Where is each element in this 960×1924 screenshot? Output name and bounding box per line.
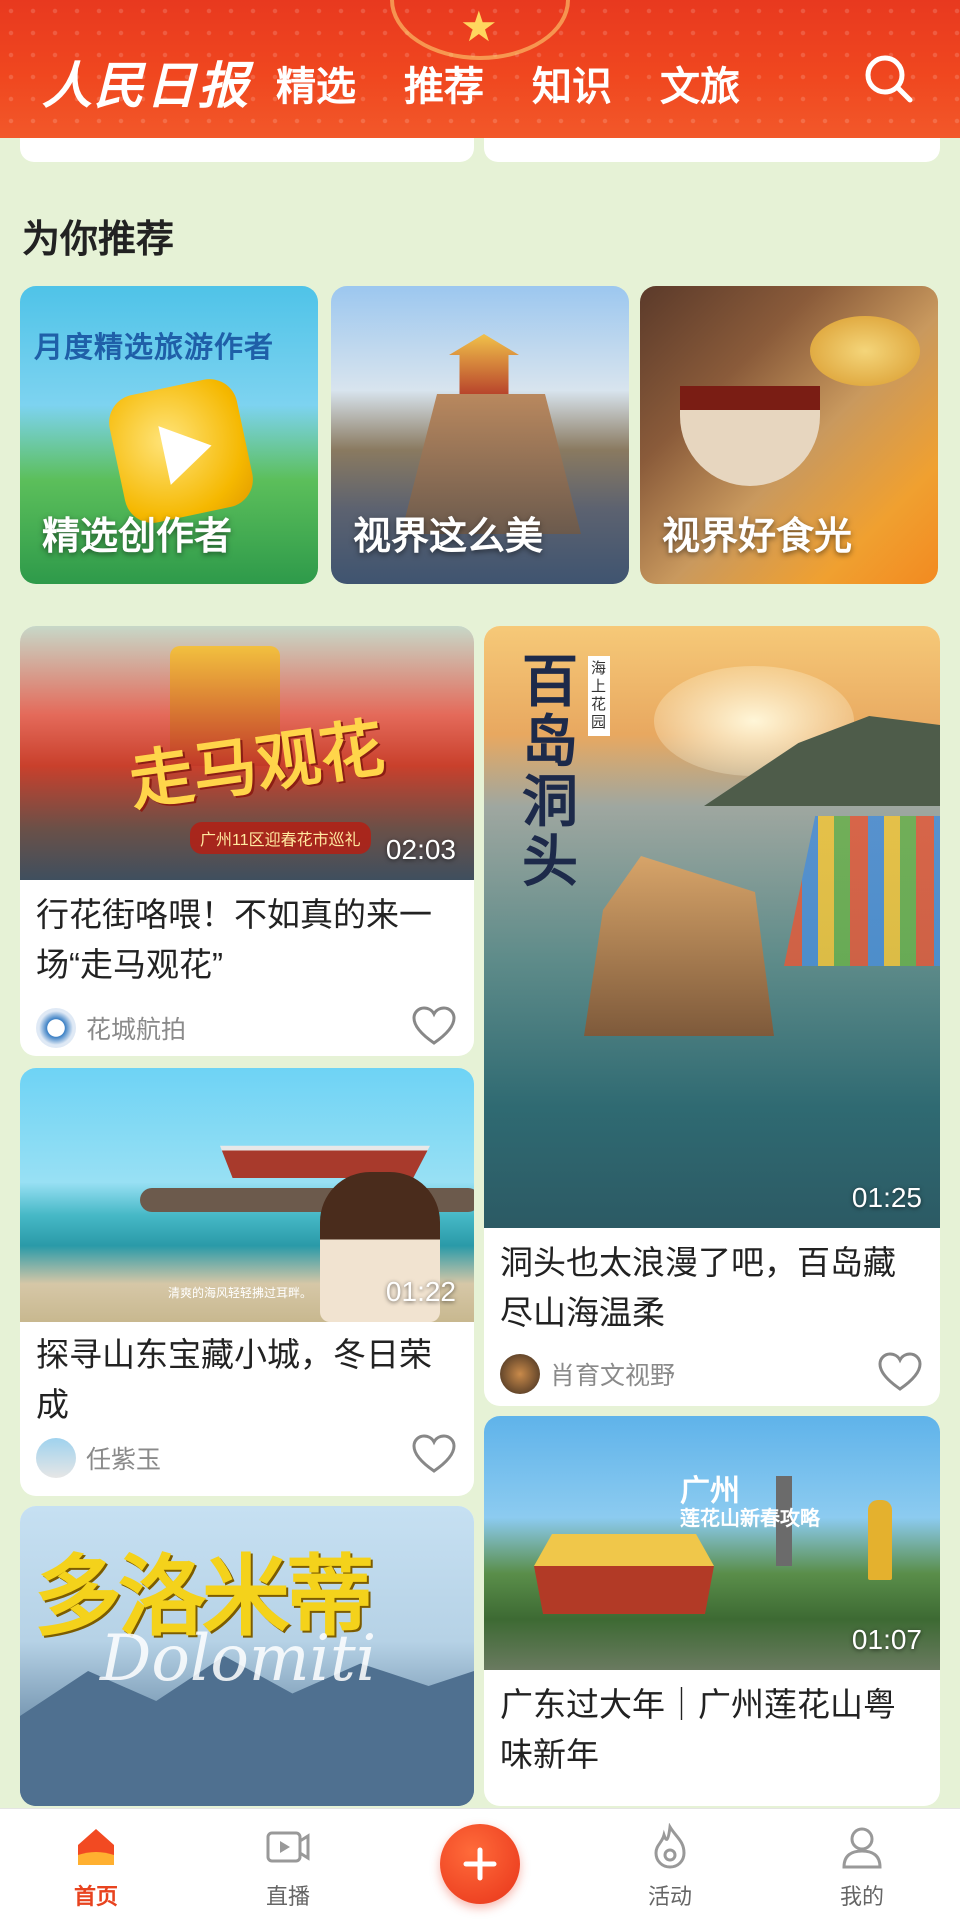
video-thumbnail[interactable]: 百岛洞头 海上花园 01:25	[484, 626, 940, 1228]
section-title: 为你推荐	[22, 219, 175, 261]
category-beautiful-views[interactable]: 视界这么美	[331, 286, 629, 584]
flame-icon	[654, 1823, 686, 1869]
thumbnail-title: 走马观花	[124, 710, 389, 821]
tab-label: 活动	[647, 1884, 692, 1909]
temple-image	[449, 334, 519, 394]
author[interactable]: 花城航拍	[36, 1008, 186, 1048]
video-duration: 02:03	[385, 834, 456, 865]
food-bowl-image	[680, 386, 820, 486]
thumbnail-title: 百岛洞头	[522, 649, 578, 895]
app-logo[interactable]: 人民日报	[42, 46, 250, 118]
thumbnail-subtitle: 莲花山新春攻略	[680, 1508, 820, 1530]
author-name: 花城航拍	[86, 1016, 187, 1044]
video-title[interactable]: 行花街咯喂！不如真的来一场“走马观花”	[36, 890, 458, 990]
avatar	[36, 1438, 76, 1478]
cliff-image	[584, 856, 774, 1036]
tab-featured[interactable]: 精选	[276, 54, 356, 112]
avatar	[500, 1354, 540, 1394]
palace-image	[534, 1534, 714, 1614]
tile-label: 视界这么美	[353, 516, 544, 558]
statue-image	[868, 1500, 892, 1580]
plus-icon	[463, 1847, 497, 1881]
ship-image	[220, 1145, 430, 1178]
top-header: ★ 人民日报 精选 推荐 知识 文旅	[0, 0, 960, 138]
video-card[interactable]: 走马观花 广州11区迎春花市巡礼 02:03 行花街咯喂！不如真的来一场“走马观…	[20, 626, 474, 1056]
video-title[interactable]: 洞头也太浪漫了吧，百岛藏尽山海温柔	[500, 1238, 924, 1338]
village-image	[784, 816, 940, 966]
tab-culture-travel[interactable]: 文旅	[660, 54, 740, 112]
tab-label: 直播	[265, 1884, 310, 1909]
video-thumbnail[interactable]: 多洛米蒂 Dolomiti	[20, 1506, 474, 1806]
video-camera-icon	[266, 1831, 310, 1863]
tile-label: 精选创作者	[42, 516, 233, 558]
heart-icon[interactable]	[412, 1434, 456, 1474]
video-thumbnail[interactable]: 清爽的海风轻轻拂过耳畔。 01:22	[20, 1068, 474, 1322]
user-icon	[842, 1827, 882, 1869]
thumbnail-subtitle: Dolomiti	[100, 1622, 377, 1696]
tile-label: 视界好食光	[662, 516, 853, 558]
tab-activity[interactable]: 活动	[610, 1823, 730, 1911]
home-icon	[78, 1829, 114, 1865]
author[interactable]: 肖育文视野	[500, 1354, 675, 1394]
heart-icon[interactable]	[412, 1006, 456, 1046]
video-title[interactable]: 广东过大年｜广州莲花山粤味新年	[500, 1680, 924, 1780]
video-caption: 清爽的海风轻轻拂过耳畔。	[168, 1286, 313, 1300]
tab-recommend[interactable]: 推荐	[404, 54, 484, 112]
tab-live[interactable]: 直播	[228, 1823, 348, 1911]
video-duration: 01:07	[851, 1624, 922, 1655]
author-name: 任紫玉	[86, 1446, 162, 1474]
tab-label: 我的	[839, 1884, 884, 1909]
video-title[interactable]: 探寻山东宝藏小城，冬日荣成	[36, 1330, 458, 1430]
video-duration: 01:22	[385, 1276, 456, 1307]
video-card[interactable]: 清爽的海风轻轻拂过耳畔。 01:22 探寻山东宝藏小城，冬日荣成 任紫玉	[20, 1068, 474, 1496]
search-icon[interactable]	[860, 50, 916, 106]
thumbnail-subtitle: 广州11区迎春花市巡礼	[190, 822, 371, 854]
tile-banner: 月度精选旅游作者	[34, 332, 275, 364]
channel-tabs: 精选 推荐 知识 文旅	[276, 54, 740, 112]
video-card[interactable]: 多洛米蒂 Dolomiti	[20, 1506, 474, 1806]
create-post-button[interactable]	[440, 1824, 520, 1904]
video-thumbnail[interactable]: 走马观花 广州11区迎春花市巡礼 02:03	[20, 626, 474, 880]
avatar	[36, 1008, 76, 1048]
tab-knowledge[interactable]: 知识	[532, 54, 612, 112]
video-card[interactable]: 广州 莲花山新春攻略 01:07 广东过大年｜广州莲花山粤味新年	[484, 1416, 940, 1806]
video-card[interactable]: 百岛洞头 海上花园 01:25 洞头也太浪漫了吧，百岛藏尽山海温柔 肖育文视野	[484, 626, 940, 1406]
category-good-food[interactable]: 视界好食光	[640, 286, 938, 584]
food-plate-image	[810, 316, 920, 386]
tab-label: 首页	[73, 1884, 118, 1909]
author-name: 肖育文视野	[550, 1362, 676, 1390]
category-featured-creators[interactable]: 月度精选旅游作者 精选创作者	[20, 286, 318, 584]
tab-mine[interactable]: 我的	[802, 1823, 922, 1911]
heart-icon[interactable]	[878, 1352, 922, 1392]
video-thumbnail[interactable]: 广州 莲花山新春攻略 01:07	[484, 1416, 940, 1670]
video-duration: 01:25	[851, 1182, 922, 1213]
tab-home[interactable]: 首页	[36, 1823, 156, 1911]
thumbnail-subtitle: 海上花园	[588, 656, 610, 736]
author[interactable]: 任紫玉	[36, 1438, 161, 1478]
